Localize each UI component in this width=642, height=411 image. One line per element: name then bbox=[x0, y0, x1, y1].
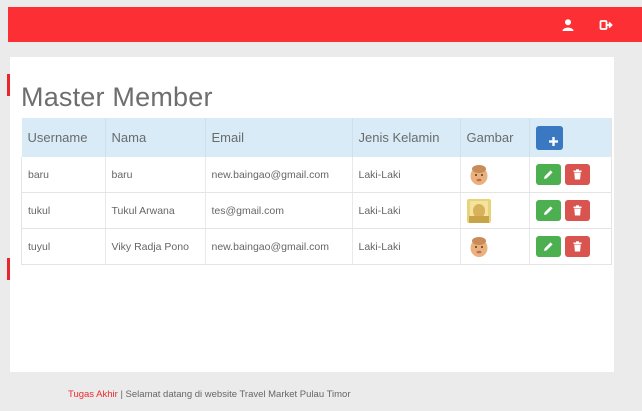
member-photo bbox=[466, 162, 491, 187]
cell-email: tes@gmail.com bbox=[205, 192, 353, 229]
delete-button[interactable] bbox=[565, 164, 591, 185]
content-panel: Master Member Username Nama Email Jenis … bbox=[10, 57, 614, 372]
plus-icon bbox=[548, 134, 558, 146]
table-row: tuyul Viky Radja Pono new.baingao@gmail.… bbox=[21, 228, 612, 265]
cell-gambar bbox=[460, 157, 530, 193]
column-header-jenis-kelamin: Jenis Kelamin bbox=[352, 118, 461, 157]
column-header-actions bbox=[529, 118, 612, 157]
cell-actions bbox=[529, 228, 612, 265]
cell-email: new.baingao@gmail.com bbox=[205, 228, 353, 265]
user-icon[interactable] bbox=[561, 18, 575, 32]
cell-jenis-kelamin: Laki-Laki bbox=[352, 192, 461, 229]
edit-button[interactable] bbox=[535, 164, 561, 185]
pencil-icon bbox=[543, 206, 553, 215]
footer: Tugas Akhir | Selamat datang di website … bbox=[68, 389, 351, 400]
column-header-nama: Nama bbox=[105, 118, 206, 157]
cell-actions bbox=[529, 157, 612, 193]
pencil-icon bbox=[543, 170, 553, 179]
trash-icon bbox=[573, 241, 582, 252]
edit-button[interactable] bbox=[535, 200, 561, 221]
delete-button[interactable] bbox=[565, 200, 591, 221]
table-row: tukul Tukul Arwana tes@gmail.com Laki-La… bbox=[21, 192, 612, 229]
footer-text: | Selamat datang di website Travel Marke… bbox=[120, 389, 351, 400]
column-header-email: Email bbox=[205, 118, 353, 157]
cell-nama: Tukul Arwana bbox=[105, 192, 206, 229]
cell-username: tuyul bbox=[21, 228, 106, 265]
cell-jenis-kelamin: Laki-Laki bbox=[352, 157, 461, 193]
member-photo bbox=[466, 198, 491, 223]
table-header-row: Username Nama Email Jenis Kelamin Gambar bbox=[21, 118, 612, 157]
sign-out-icon[interactable] bbox=[599, 18, 613, 32]
member-photo bbox=[466, 234, 491, 259]
cell-gambar bbox=[460, 228, 530, 265]
edit-button[interactable] bbox=[535, 236, 561, 257]
trash-icon bbox=[573, 169, 582, 180]
delete-button[interactable] bbox=[565, 236, 591, 257]
cell-email: new.baingao@gmail.com bbox=[205, 157, 353, 193]
footer-brand-link[interactable]: Tugas Akhir bbox=[68, 389, 118, 400]
page-title: Master Member bbox=[21, 82, 213, 112]
column-header-gambar: Gambar bbox=[460, 118, 530, 157]
column-header-username: Username bbox=[21, 118, 106, 157]
cell-gambar bbox=[460, 192, 530, 229]
cell-username: baru bbox=[21, 157, 106, 193]
table-row: baru baru new.baingao@gmail.com Laki-Lak… bbox=[21, 157, 612, 193]
cell-nama: Viky Radja Pono bbox=[105, 228, 206, 265]
cell-actions bbox=[529, 192, 612, 229]
trash-icon bbox=[573, 205, 582, 216]
pencil-icon bbox=[543, 242, 553, 251]
cell-username: tukul bbox=[21, 192, 106, 229]
cell-nama: baru bbox=[105, 157, 206, 193]
cell-jenis-kelamin: Laki-Laki bbox=[352, 228, 461, 265]
add-member-button[interactable] bbox=[535, 125, 563, 150]
member-table: Username Nama Email Jenis Kelamin Gambar… bbox=[21, 118, 612, 265]
top-navbar bbox=[8, 7, 642, 42]
